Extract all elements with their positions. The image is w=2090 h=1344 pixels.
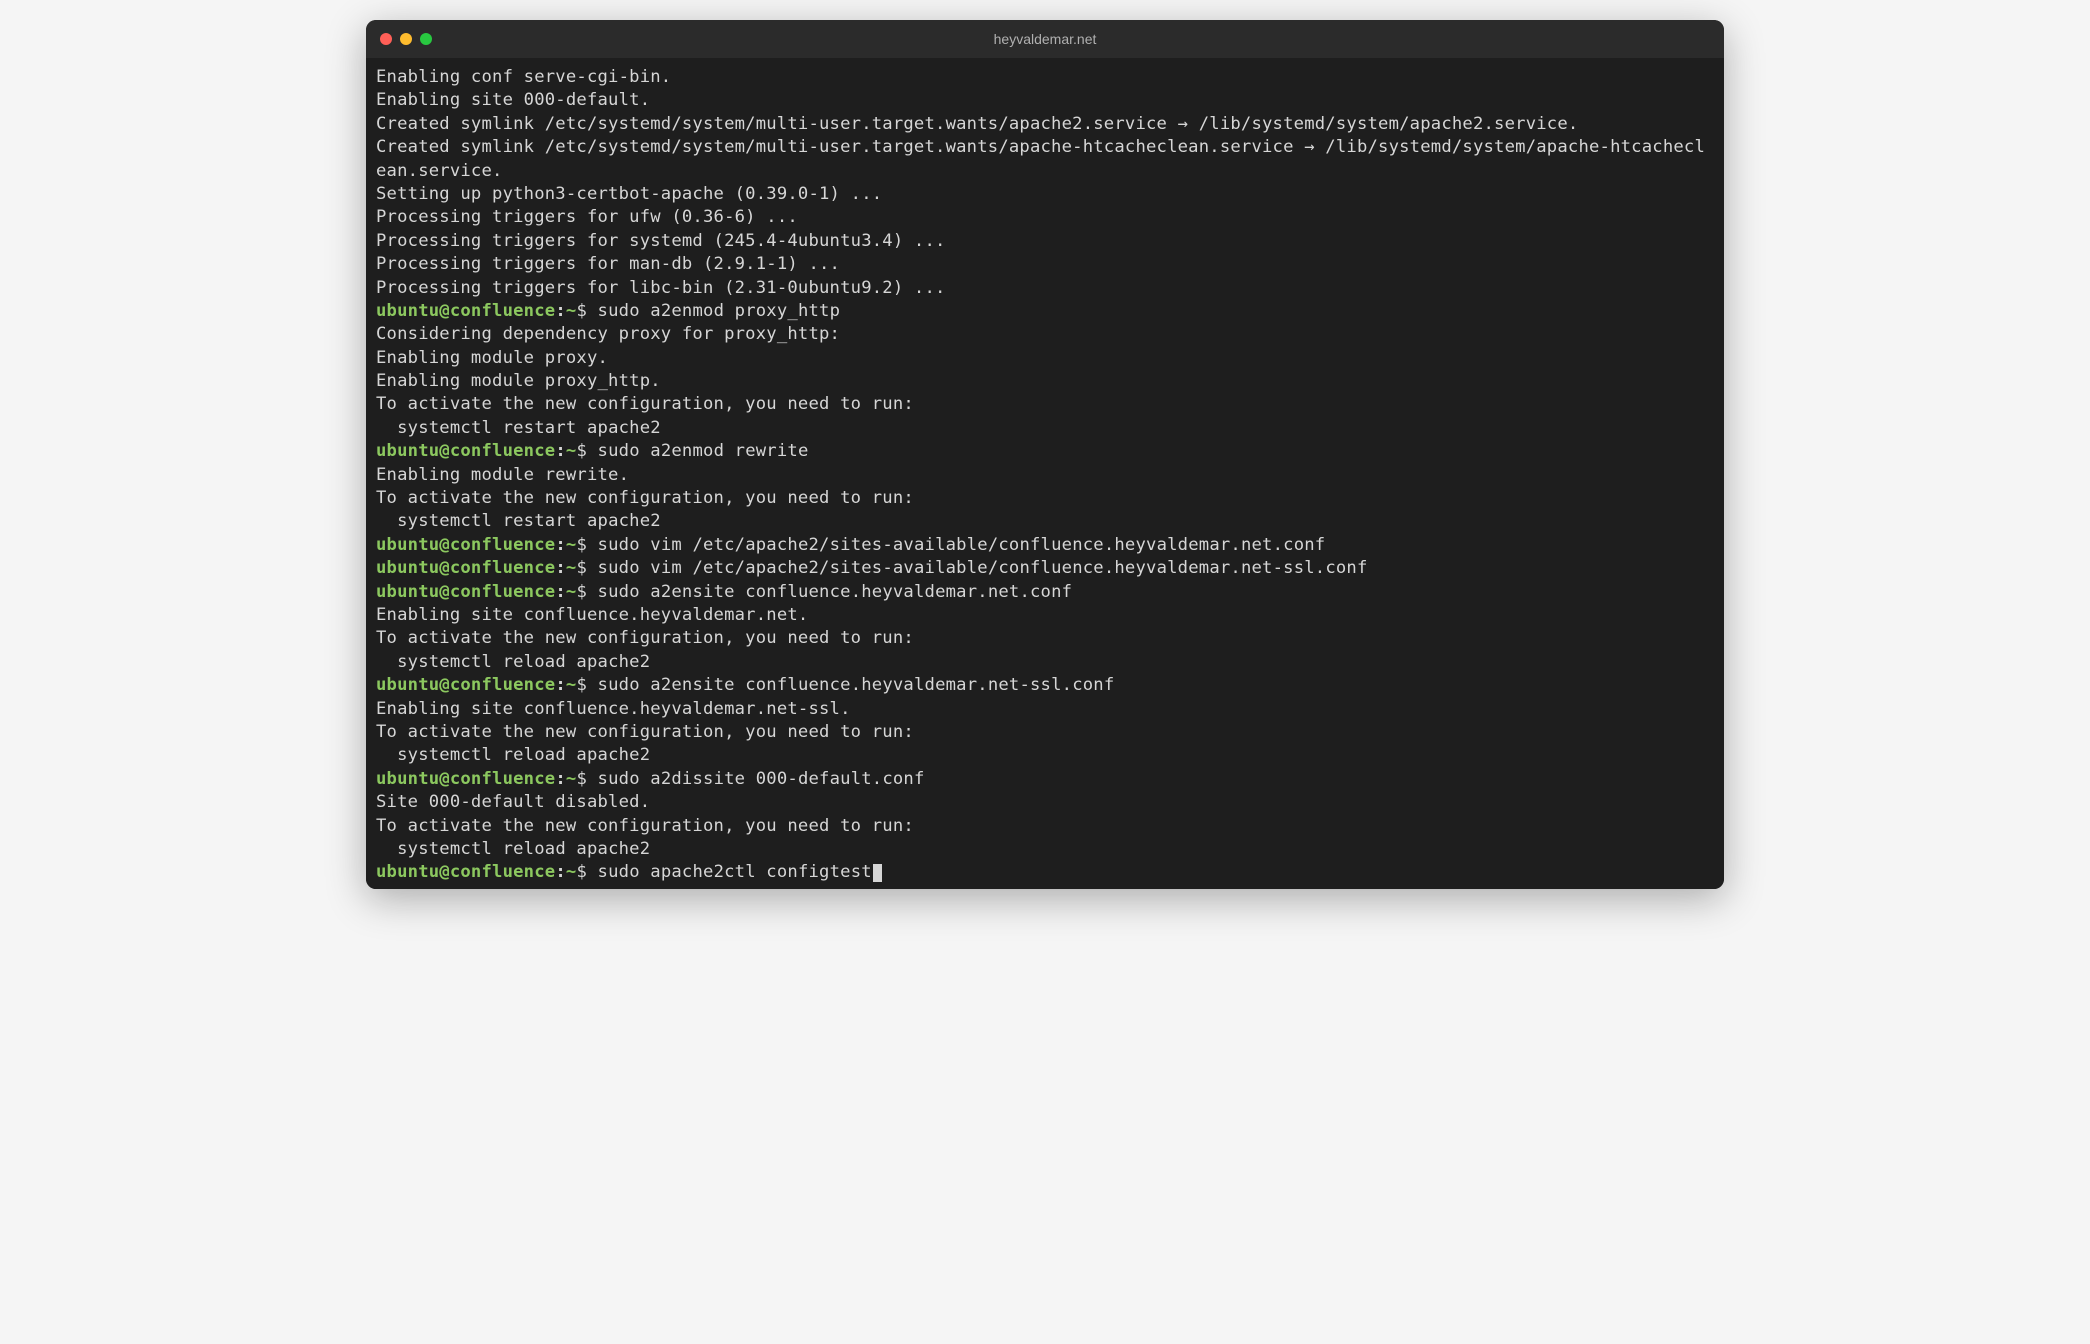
close-button[interactable]: [380, 33, 392, 45]
output-line: Processing triggers for systemd (245.4-4…: [376, 230, 1714, 253]
output-line: Site 000-default disabled.: [376, 791, 1714, 814]
prompt-path: ~: [566, 769, 577, 789]
command-line: ubuntu@confluence:~$ sudo a2ensite confl…: [376, 674, 1714, 697]
output-line: Enabling site confluence.heyvaldemar.net…: [376, 698, 1714, 721]
output-line: Setting up python3-certbot-apache (0.39.…: [376, 183, 1714, 206]
output-line: Created symlink /etc/systemd/system/mult…: [376, 113, 1714, 136]
output-line: Processing triggers for libc-bin (2.31-0…: [376, 277, 1714, 300]
prompt-dollar: $: [576, 582, 597, 602]
command-line: ubuntu@confluence:~$ sudo vim /etc/apach…: [376, 557, 1714, 580]
output-line: Considering dependency proxy for proxy_h…: [376, 323, 1714, 346]
output-line: To activate the new configuration, you n…: [376, 815, 1714, 838]
command-text: sudo a2dissite 000-default.conf: [598, 769, 925, 789]
prompt-user-host: ubuntu@confluence: [376, 301, 555, 321]
output-line: Created symlink /etc/systemd/system/mult…: [376, 136, 1714, 183]
cursor-icon: [873, 864, 882, 882]
prompt-dollar: $: [576, 769, 597, 789]
prompt-path: ~: [566, 301, 577, 321]
prompt-dollar: $: [576, 675, 597, 695]
output-line: Enabling site 000-default.: [376, 89, 1714, 112]
output-line: Enabling module proxy.: [376, 347, 1714, 370]
command-text: sudo apache2ctl configtest: [598, 862, 872, 882]
prompt-path: ~: [566, 535, 577, 555]
prompt-colon: :: [555, 675, 566, 695]
output-line: Enabling conf serve-cgi-bin.: [376, 66, 1714, 89]
prompt-path: ~: [566, 441, 577, 461]
prompt-user-host: ubuntu@confluence: [376, 558, 555, 578]
prompt-colon: :: [555, 769, 566, 789]
command-line: ubuntu@confluence:~$ sudo a2enmod rewrit…: [376, 440, 1714, 463]
prompt-colon: :: [555, 558, 566, 578]
prompt-user-host: ubuntu@confluence: [376, 582, 555, 602]
prompt-user-host: ubuntu@confluence: [376, 675, 555, 695]
prompt-dollar: $: [576, 441, 597, 461]
output-line: Enabling module proxy_http.: [376, 370, 1714, 393]
output-line: To activate the new configuration, you n…: [376, 487, 1714, 510]
command-line: ubuntu@confluence:~$ sudo a2ensite confl…: [376, 581, 1714, 604]
prompt-colon: :: [555, 535, 566, 555]
output-line: systemctl reload apache2: [376, 838, 1714, 861]
prompt-dollar: $: [576, 862, 597, 882]
prompt-user-host: ubuntu@confluence: [376, 535, 555, 555]
output-line: Processing triggers for man-db (2.9.1-1)…: [376, 253, 1714, 276]
command-text: sudo a2ensite confluence.heyvaldemar.net…: [598, 675, 1115, 695]
output-line: Enabling site confluence.heyvaldemar.net…: [376, 604, 1714, 627]
prompt-path: ~: [566, 558, 577, 578]
prompt-user-host: ubuntu@confluence: [376, 441, 555, 461]
prompt-colon: :: [555, 301, 566, 321]
prompt-user-host: ubuntu@confluence: [376, 769, 555, 789]
command-text: sudo vim /etc/apache2/sites-available/co…: [598, 535, 1326, 555]
prompt-dollar: $: [576, 558, 597, 578]
output-line: systemctl reload apache2: [376, 651, 1714, 674]
command-text: sudo vim /etc/apache2/sites-available/co…: [598, 558, 1368, 578]
minimize-button[interactable]: [400, 33, 412, 45]
prompt-dollar: $: [576, 535, 597, 555]
command-text: sudo a2enmod rewrite: [598, 441, 809, 461]
command-line: ubuntu@confluence:~$ sudo a2enmod proxy_…: [376, 300, 1714, 323]
command-line: ubuntu@confluence:~$ sudo vim /etc/apach…: [376, 534, 1714, 557]
title-bar: heyvaldemar.net: [366, 20, 1724, 58]
prompt-colon: :: [555, 582, 566, 602]
prompt-path: ~: [566, 582, 577, 602]
terminal-window: heyvaldemar.net Enabling conf serve-cgi-…: [366, 20, 1724, 889]
command-text: sudo a2ensite confluence.heyvaldemar.net…: [598, 582, 1073, 602]
output-line: To activate the new configuration, you n…: [376, 393, 1714, 416]
command-text: sudo a2enmod proxy_http: [598, 301, 841, 321]
prompt-path: ~: [566, 862, 577, 882]
prompt-path: ~: [566, 675, 577, 695]
command-line: ubuntu@confluence:~$ sudo apache2ctl con…: [376, 861, 1714, 884]
output-line: systemctl restart apache2: [376, 417, 1714, 440]
output-line: Enabling module rewrite.: [376, 464, 1714, 487]
prompt-colon: :: [555, 441, 566, 461]
output-line: Processing triggers for ufw (0.36-6) ...: [376, 206, 1714, 229]
terminal-body[interactable]: Enabling conf serve-cgi-bin.Enabling sit…: [366, 58, 1724, 889]
output-line: systemctl restart apache2: [376, 510, 1714, 533]
prompt-user-host: ubuntu@confluence: [376, 862, 555, 882]
output-line: systemctl reload apache2: [376, 744, 1714, 767]
traffic-lights: [380, 33, 432, 45]
command-line: ubuntu@confluence:~$ sudo a2dissite 000-…: [376, 768, 1714, 791]
window-title: heyvaldemar.net: [994, 31, 1097, 47]
prompt-colon: :: [555, 862, 566, 882]
prompt-dollar: $: [576, 301, 597, 321]
maximize-button[interactable]: [420, 33, 432, 45]
output-line: To activate the new configuration, you n…: [376, 627, 1714, 650]
output-line: To activate the new configuration, you n…: [376, 721, 1714, 744]
